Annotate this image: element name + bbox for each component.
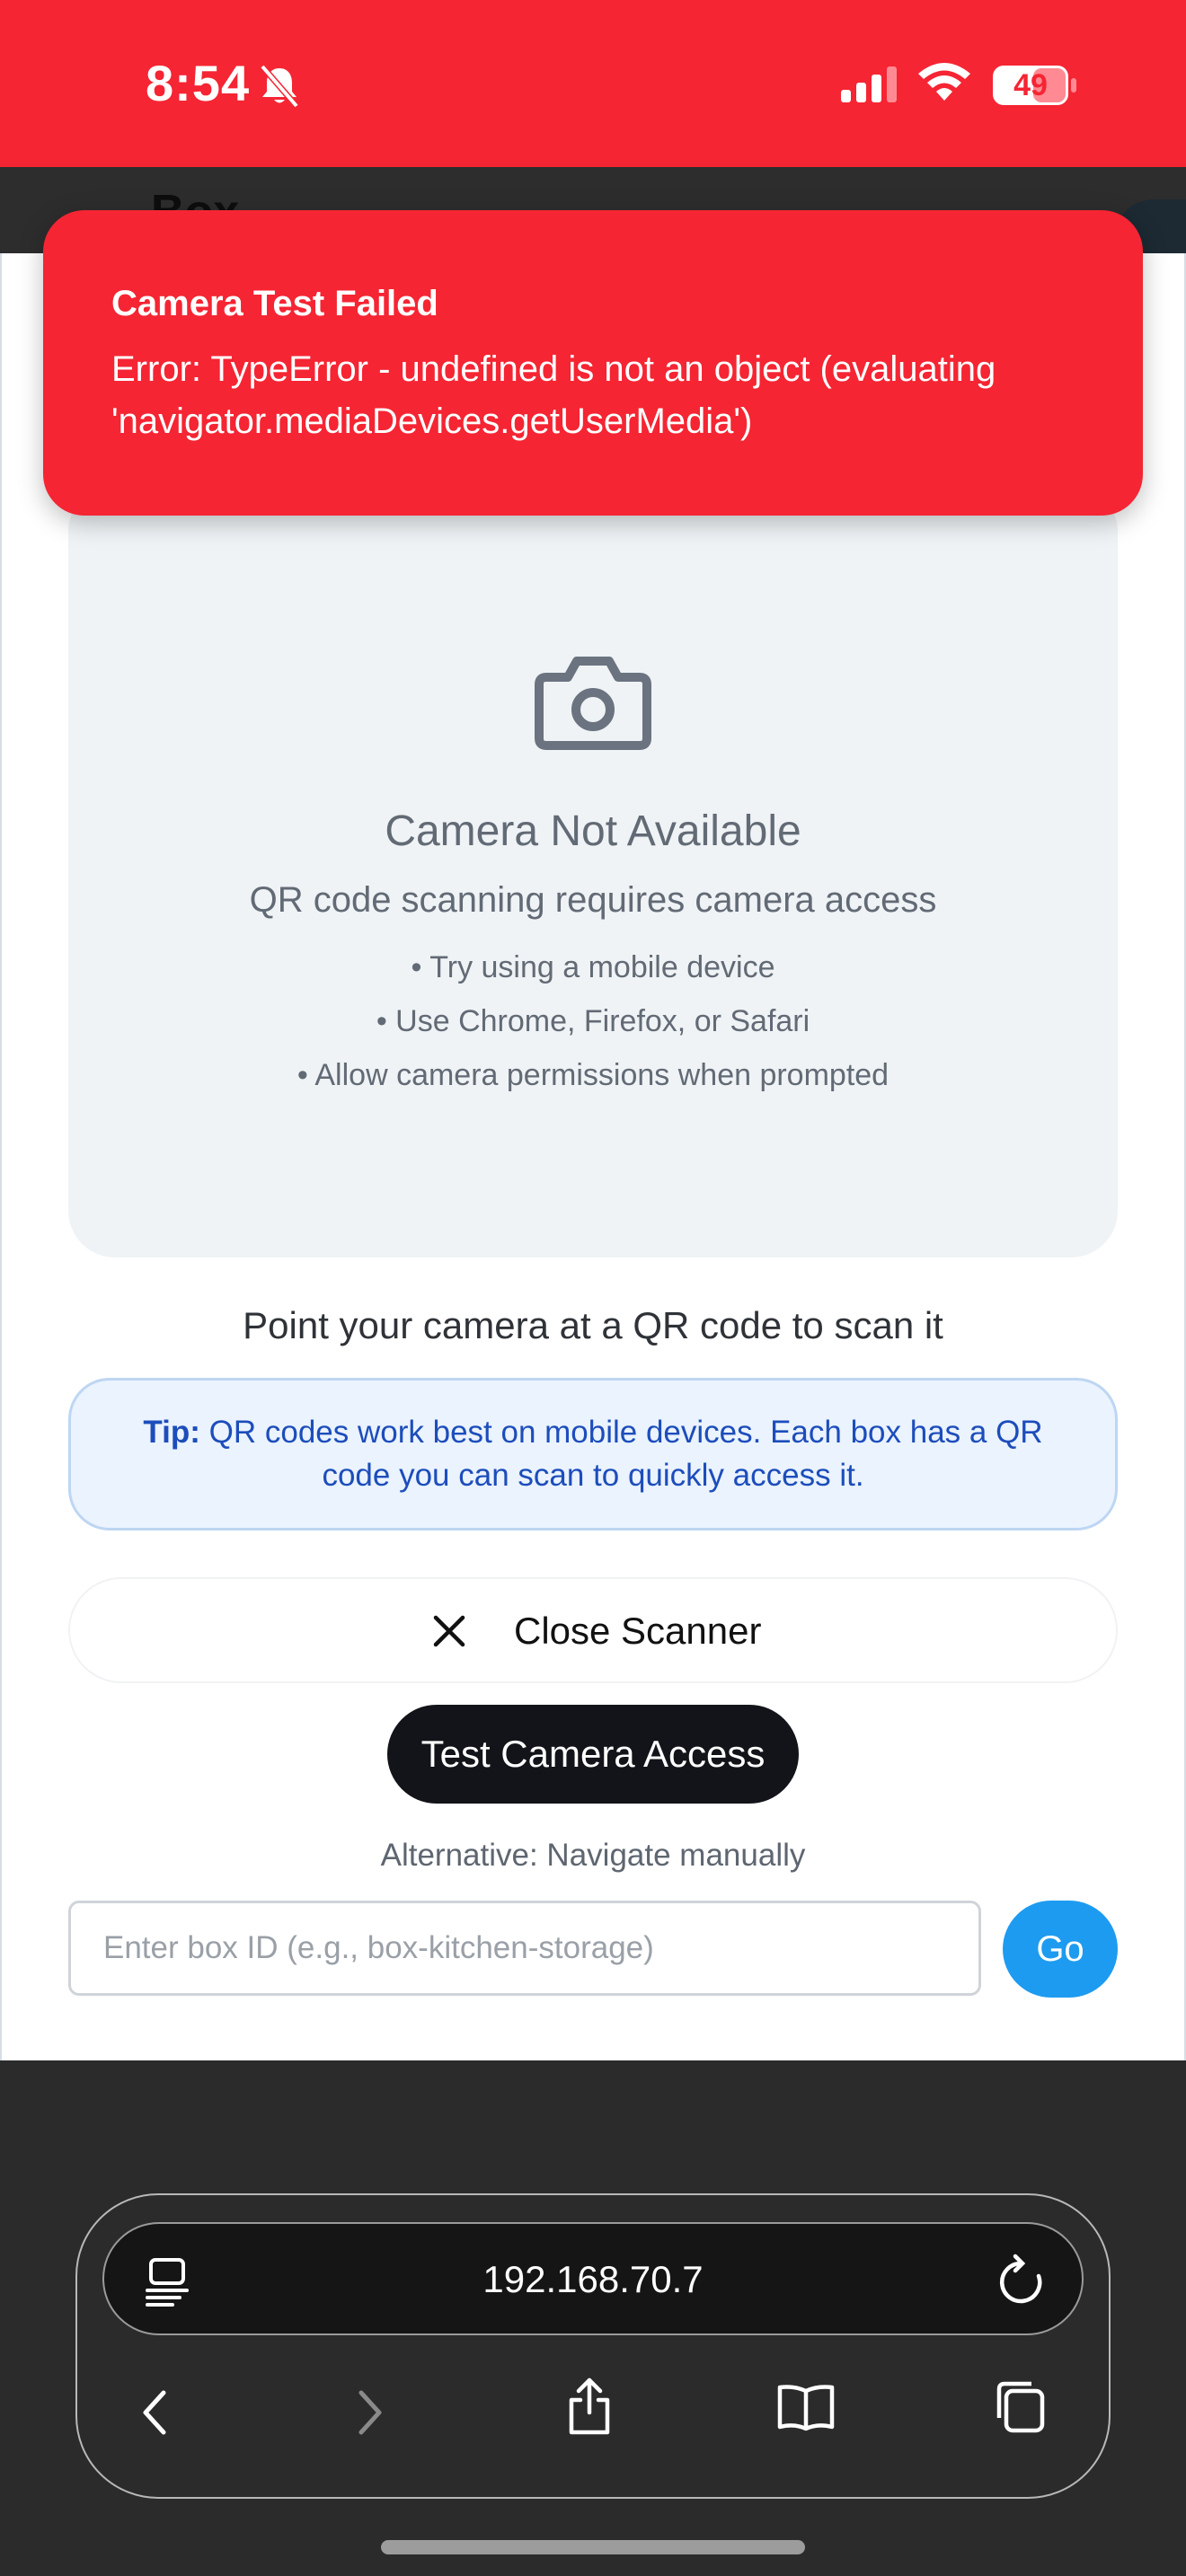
tabs-icon[interactable] xyxy=(994,2378,1048,2440)
scan-instruction: Point your camera at a QR code to scan i… xyxy=(243,1304,943,1346)
reload-icon[interactable] xyxy=(997,2253,1046,2311)
tip-label: Tip: xyxy=(143,1415,200,1450)
bookmarks-icon[interactable] xyxy=(776,2382,836,2437)
error-toast[interactable]: Camera Test Failed Error: TypeError - un… xyxy=(43,210,1143,516)
battery-icon: 49 xyxy=(992,65,1078,110)
status-time: 8:54 xyxy=(146,55,251,111)
tip-text: QR codes work best on mobile devices. Ea… xyxy=(208,1415,1043,1493)
battery-level: 49 xyxy=(1013,68,1048,102)
close-icon xyxy=(431,1613,467,1654)
address-bar[interactable]: 192.168.70.7 xyxy=(102,2222,1084,2335)
camera-tip-item: • Try using a mobile device xyxy=(411,950,775,984)
status-bar: 8:54 49 xyxy=(0,0,1186,167)
toast-message: Error: TypeError - undefined is not an o… xyxy=(111,349,996,441)
browser-toolbar: 192.168.70.7 xyxy=(75,2193,1111,2499)
camera-tip-item: • Allow camera permissions when prompted xyxy=(296,1058,890,1092)
bell-muted-icon xyxy=(257,63,302,114)
tip-box: Tip: QR codes work best on mobile device… xyxy=(68,1378,1118,1531)
cellular-signal-icon xyxy=(839,65,900,107)
camera-subtitle: QR code scanning requires camera access xyxy=(249,880,937,920)
camera-tip-item: • Use Chrome, Firefox, or Safari xyxy=(376,1004,810,1038)
close-scanner-button[interactable]: Close Scanner xyxy=(68,1577,1118,1683)
toast-title: Camera Test Failed xyxy=(111,284,438,323)
go-button[interactable]: Go xyxy=(1003,1901,1118,1998)
test-camera-button[interactable]: Test Camera Access xyxy=(387,1705,799,1804)
url-text: 192.168.70.7 xyxy=(482,2258,704,2300)
box-id-input[interactable] xyxy=(68,1901,981,1996)
share-icon[interactable] xyxy=(562,2375,616,2442)
forward-icon[interactable] xyxy=(352,2387,388,2442)
camera-icon xyxy=(534,652,652,757)
back-icon[interactable] xyxy=(137,2387,173,2442)
alternative-label: Alternative: Navigate manually xyxy=(380,1838,806,1873)
camera-preview: Camera Not Available QR code scanning re… xyxy=(68,485,1118,1257)
camera-title: Camera Not Available xyxy=(385,807,801,855)
close-scanner-label: Close Scanner xyxy=(514,1610,762,1652)
home-indicator xyxy=(381,2540,805,2554)
wifi-icon xyxy=(916,61,972,107)
